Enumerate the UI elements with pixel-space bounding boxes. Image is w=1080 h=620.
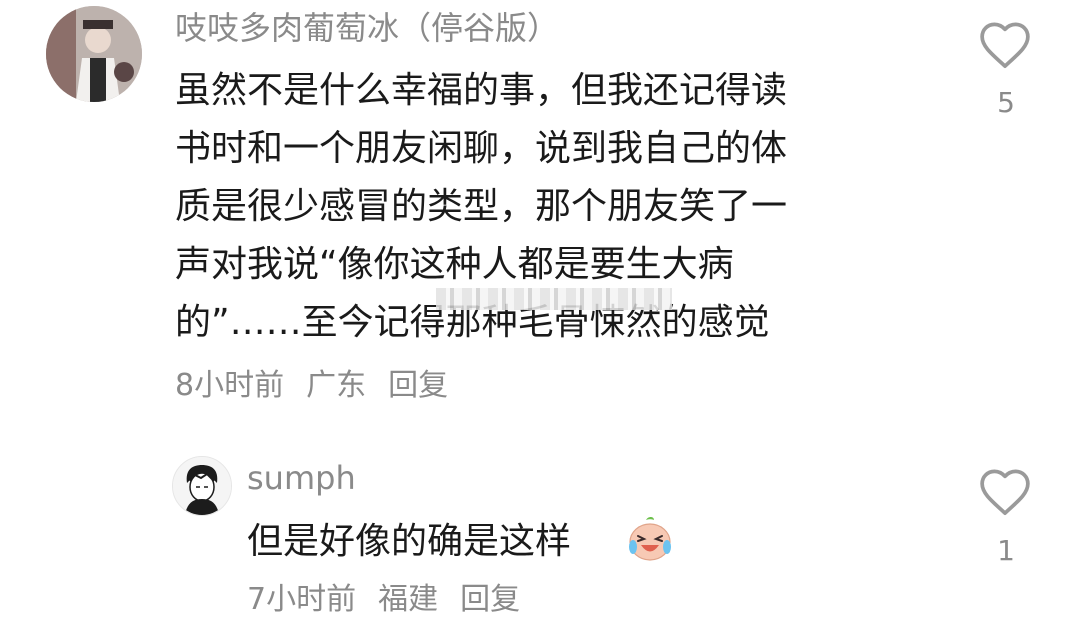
heart-outline-icon (980, 469, 1030, 516)
comment-line: 虽然不是什么幸福的事，但我还记得读 (175, 70, 788, 111)
comment-time: 8小时前 (175, 368, 285, 403)
avatar[interactable] (46, 6, 142, 102)
reply-text: 但是好像的确是这样 (247, 521, 572, 562)
reply-time: 7小时前 (247, 582, 357, 617)
comment-meta: 8小时前 广东 回复 (175, 366, 470, 406)
comment-line: 书时和一个朋友闲聊，说到我自己的体 (175, 128, 788, 169)
reply-button[interactable]: 回复 (388, 368, 448, 403)
reply-button[interactable]: 回复 (460, 582, 520, 617)
censor-bar (436, 288, 672, 310)
reply-username[interactable]: sumph (247, 458, 356, 498)
comment-line: 质是很少感冒的类型，那个朋友笑了一 (175, 186, 788, 227)
avatar-image (173, 457, 231, 515)
reply-meta: 7小时前 福建 回复 (247, 580, 542, 620)
reply-location: 福建 (378, 582, 439, 617)
avatar[interactable] (172, 456, 232, 516)
comment-line: 声对我说“像你这种人都是要生大病 (175, 244, 734, 285)
like-button[interactable] (975, 465, 1035, 521)
like-count: 5 (997, 86, 1015, 119)
avatar-image (46, 6, 142, 102)
comment-location: 广东 (306, 368, 367, 403)
like-count: 1 (997, 534, 1015, 567)
comment-username[interactable]: 吱吱多肉葡萄冰（停谷版） (175, 8, 559, 48)
crying-laughing-emoji-icon (626, 514, 674, 562)
heart-outline-icon (980, 22, 1030, 69)
like-button[interactable] (975, 18, 1035, 74)
